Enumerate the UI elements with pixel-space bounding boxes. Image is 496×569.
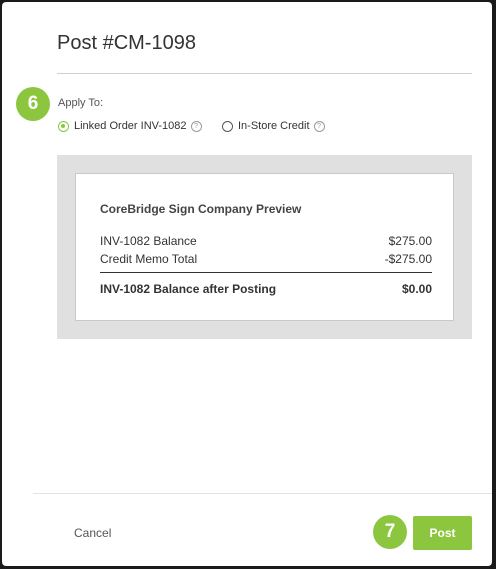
help-icon[interactable]: ? bbox=[190, 120, 202, 132]
cancel-button[interactable]: Cancel bbox=[74, 526, 111, 540]
radio-linked-order[interactable]: Linked Order INV-1082 ? bbox=[58, 120, 202, 132]
footer-divider bbox=[33, 493, 492, 494]
post-dialog: Post #CM-1098 6 Apply To: Linked Order I… bbox=[2, 2, 492, 566]
balance-label: INV-1082 Balance bbox=[100, 234, 197, 248]
apply-to-label: Apply To: bbox=[58, 97, 104, 109]
credit-memo-label: Credit Memo Total bbox=[100, 252, 198, 266]
credit-memo-row: Credit Memo Total -$275.00 bbox=[100, 252, 432, 266]
radio-checked-icon[interactable] bbox=[58, 120, 69, 132]
step-badge-7: 7 bbox=[373, 515, 407, 549]
balance-after-row: INV-1082 Balance after Posting $0.00 bbox=[100, 282, 432, 296]
balance-after-value: $0.00 bbox=[401, 282, 432, 296]
preview-company-name: CoreBridge Sign Company Preview bbox=[100, 202, 302, 216]
balance-row: INV-1082 Balance $275.00 bbox=[100, 234, 432, 248]
total-divider bbox=[100, 272, 432, 273]
radio-in-store-credit-label: In-Store Credit bbox=[238, 120, 310, 132]
balance-after-label: INV-1082 Balance after Posting bbox=[100, 282, 277, 296]
post-button[interactable]: Post bbox=[413, 516, 472, 550]
credit-memo-value: -$275.00 bbox=[384, 252, 432, 266]
balance-value: $275.00 bbox=[388, 234, 432, 248]
dialog-title: Post #CM-1098 bbox=[57, 32, 196, 54]
title-divider bbox=[57, 73, 472, 74]
radio-in-store-credit[interactable]: In-Store Credit ? bbox=[222, 120, 325, 132]
help-icon[interactable]: ? bbox=[313, 120, 325, 132]
radio-unchecked-icon[interactable] bbox=[222, 120, 233, 132]
preview-card: CoreBridge Sign Company Preview INV-1082… bbox=[75, 173, 454, 321]
radio-linked-order-label: Linked Order INV-1082 bbox=[74, 120, 187, 132]
step-badge-6: 6 bbox=[16, 87, 50, 121]
